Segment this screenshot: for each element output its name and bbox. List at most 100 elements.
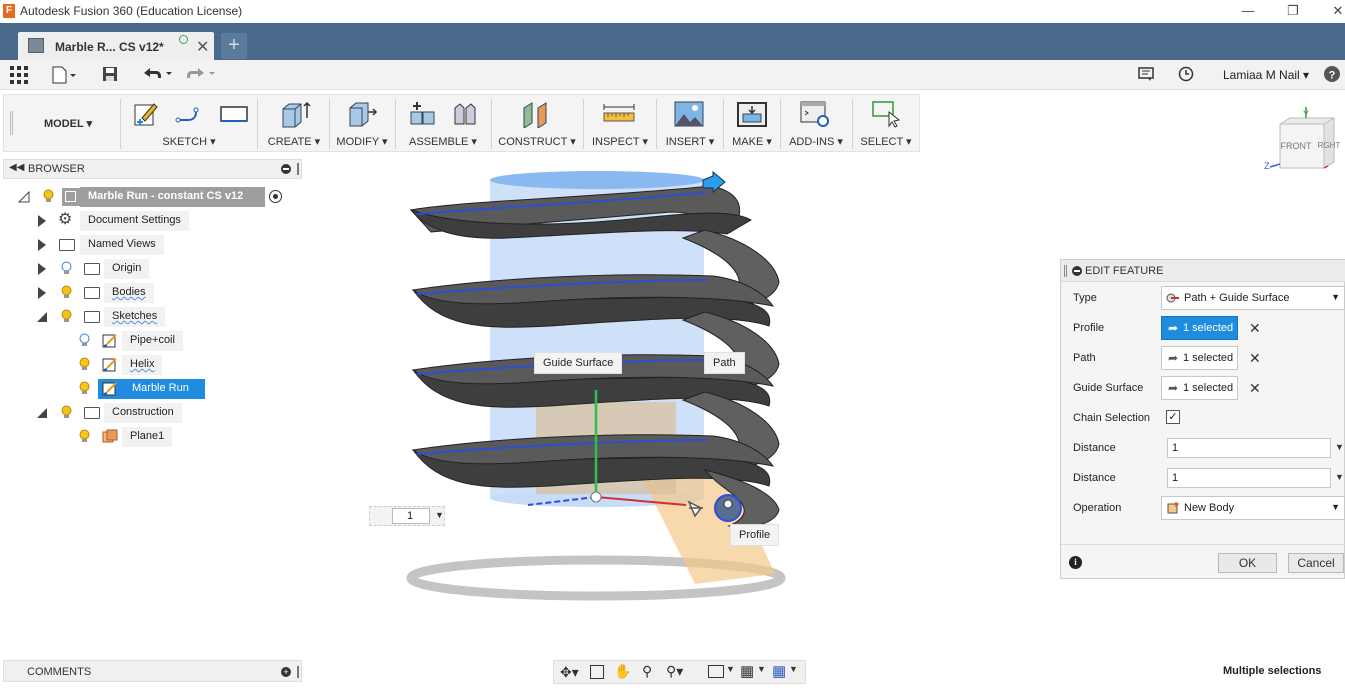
comments-panel[interactable]: COMMENTS + <box>3 660 302 682</box>
chevron-down-icon[interactable]: ▼ <box>726 664 735 674</box>
inspect-group[interactable]: INSPECT ▾ <box>586 95 654 153</box>
tree-item-pipe-coil[interactable]: Pipe+coil <box>0 331 300 351</box>
type-dropdown[interactable]: Path + Guide Surface ▼ <box>1161 286 1345 310</box>
document-tab[interactable]: Marble R... CS v12* ✕ <box>18 32 214 60</box>
collapse-arrow-icon[interactable] <box>36 311 48 323</box>
chevron-down-icon[interactable]: ▼ <box>435 510 444 520</box>
restore-button[interactable]: ❐ <box>1278 1 1308 21</box>
save-icon[interactable] <box>102 66 118 87</box>
visibility-bulb-icon[interactable] <box>61 405 72 420</box>
look-at-icon[interactable] <box>590 665 604 679</box>
tree-item-origin[interactable]: Origin <box>0 259 300 279</box>
view-cube[interactable]: FRONT RGHT Y Z <box>1262 104 1342 176</box>
tree-item-construction[interactable]: Construction <box>0 403 300 423</box>
pan-hand-icon[interactable]: ✋ <box>614 663 631 680</box>
new-component-icon[interactable] <box>408 100 438 128</box>
distance-2-input[interactable]: 1 <box>1167 468 1331 488</box>
construct-group[interactable]: CONSTRUCT ▾ <box>494 95 580 153</box>
insert-image-icon[interactable] <box>673 100 705 128</box>
joint-icon[interactable] <box>450 100 480 128</box>
chain-selection-checkbox[interactable]: ✓ <box>1166 410 1180 424</box>
collapse-browser-icon[interactable]: ◀◀ <box>9 162 24 173</box>
guide-surface-selection-button[interactable]: 1 selected ➦ <box>1161 376 1238 400</box>
assemble-group[interactable]: ASSEMBLE ▾ <box>398 95 488 153</box>
undo-icon[interactable] <box>142 66 174 87</box>
clock-history-icon[interactable] <box>1178 66 1194 87</box>
profile-selection-button[interactable]: 1 selected ➦ <box>1161 316 1238 340</box>
profile-center-handle[interactable] <box>723 499 733 509</box>
visibility-bulb-icon[interactable] <box>61 309 72 324</box>
minimize-dialog-icon[interactable] <box>1072 266 1082 276</box>
press-pull-icon[interactable] <box>346 100 378 128</box>
distance-1-input[interactable]: 1 <box>1167 438 1331 458</box>
browser-panel-header[interactable]: ◀◀ BROWSER <box>3 159 302 179</box>
activate-radio-icon[interactable] <box>269 190 282 203</box>
visibility-bulb-icon[interactable] <box>79 429 90 444</box>
expand-arrow-icon[interactable] <box>38 239 46 251</box>
ok-button[interactable]: OK <box>1218 553 1277 573</box>
create-group[interactable]: CREATE ▾ <box>260 95 328 153</box>
workspace-switcher[interactable]: MODEL ▾ <box>44 117 92 130</box>
chevron-down-icon[interactable]: ▼ <box>789 664 798 674</box>
visibility-bulb-off-icon[interactable] <box>61 261 72 276</box>
grid-settings-icon[interactable]: ▦ <box>740 664 754 679</box>
close-window-button[interactable]: ✕ <box>1323 1 1345 21</box>
path-tag[interactable]: Path <box>704 352 745 374</box>
scripts-addins-icon[interactable] <box>799 100 831 128</box>
guide-surface-tag[interactable]: Guide Surface <box>534 352 623 374</box>
add-ins-group[interactable]: ADD-INS ▾ <box>783 95 849 153</box>
create-sketch-icon[interactable] <box>132 100 160 128</box>
insert-group[interactable]: INSERT ▾ <box>659 95 721 153</box>
sketch-group[interactable]: SKETCH ▾ <box>124 95 254 153</box>
browser-root-row[interactable]: Marble Run - constant CS v12 <box>0 187 300 207</box>
model-viewport[interactable] <box>305 152 1060 657</box>
close-tab-icon[interactable]: ✕ <box>196 37 209 57</box>
select-group[interactable]: SELECT ▾ <box>855 95 917 153</box>
tree-item-plane1[interactable]: Plane1 <box>0 427 300 447</box>
drag-handle[interactable] <box>1064 265 1067 277</box>
fit-icon[interactable]: ⚲▾ <box>666 663 683 680</box>
tree-item-named-views[interactable]: Named Views <box>0 235 300 255</box>
profile-tag[interactable]: Profile <box>730 524 780 546</box>
clear-guide-surface-icon[interactable]: ✕ <box>1249 380 1261 397</box>
tree-item-marble-run[interactable]: Marble Run <box>0 379 300 399</box>
rectangle-tool-icon[interactable] <box>218 100 250 128</box>
user-account-menu[interactable]: Lamiaa M Nail ▾ <box>1223 68 1309 82</box>
browser-minimize-icon[interactable] <box>281 164 291 174</box>
help-icon[interactable]: ? <box>1324 66 1340 87</box>
clear-profile-icon[interactable]: ✕ <box>1249 320 1261 337</box>
make-group[interactable]: MAKE ▾ <box>726 95 778 153</box>
minimize-button[interactable]: — <box>1233 1 1263 21</box>
chevron-down-icon[interactable]: ▼ <box>1335 472 1344 482</box>
display-settings-icon[interactable] <box>708 665 724 678</box>
browser-pin-icon[interactable] <box>297 163 299 175</box>
tree-item-helix[interactable]: Helix <box>0 355 300 375</box>
3d-print-icon[interactable] <box>736 100 768 128</box>
tree-item-document-settings[interactable]: ⚙ Document Settings <box>0 211 300 231</box>
tree-item-bodies[interactable]: Bodies <box>0 283 300 303</box>
modify-group[interactable]: MODIFY ▾ <box>332 95 392 153</box>
redo-icon[interactable] <box>185 66 217 87</box>
job-status-icon[interactable] <box>1138 67 1154 86</box>
visibility-bulb-icon[interactable] <box>79 381 90 396</box>
toolbar-grip[interactable] <box>10 111 13 135</box>
expand-arrow-icon[interactable] <box>18 191 30 203</box>
file-menu-icon[interactable] <box>52 66 78 89</box>
new-tab-button[interactable]: + <box>221 33 247 59</box>
extrude-icon[interactable] <box>278 100 312 128</box>
zoom-icon[interactable]: ⚲ <box>642 663 652 680</box>
collapse-arrow-icon[interactable] <box>36 407 48 419</box>
expand-arrow-icon[interactable] <box>38 287 46 299</box>
distance-manipulator-input[interactable]: 1 <box>392 508 430 524</box>
line-tool-icon[interactable] <box>174 100 202 128</box>
dialog-header[interactable]: EDIT FEATURE <box>1061 260 1345 282</box>
offset-plane-icon[interactable] <box>520 100 554 128</box>
viewports-icon[interactable]: ▦ <box>772 664 786 679</box>
visibility-bulb-off-icon[interactable] <box>79 333 90 348</box>
clear-path-icon[interactable]: ✕ <box>1249 350 1261 367</box>
chevron-down-icon[interactable]: ▼ <box>1335 442 1344 452</box>
select-box-icon[interactable] <box>871 100 903 128</box>
expand-arrow-icon[interactable] <box>38 215 46 227</box>
visibility-bulb-icon[interactable] <box>43 189 54 204</box>
data-panel-grid-icon[interactable] <box>10 66 28 89</box>
